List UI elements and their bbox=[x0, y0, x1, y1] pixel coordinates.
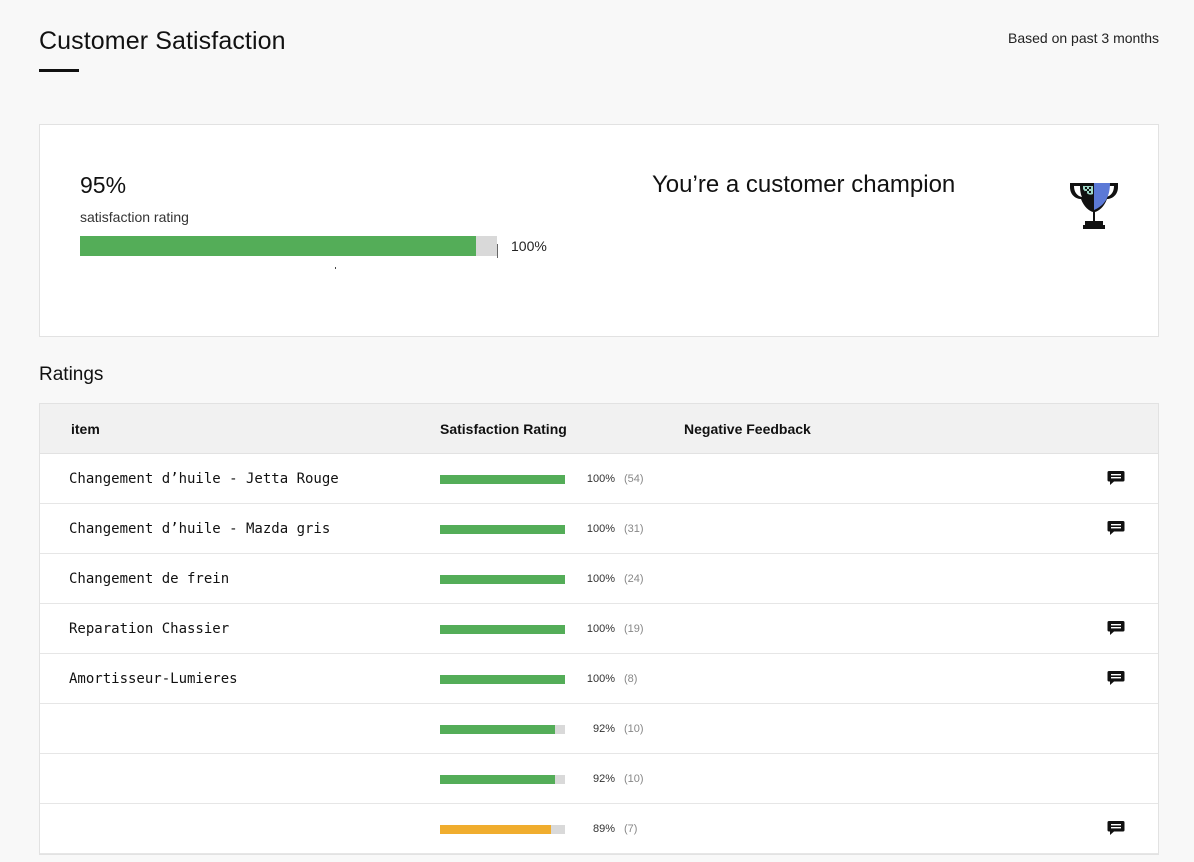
row-rating-count: (31) bbox=[624, 523, 644, 535]
table-header: item Satisfaction Rating Negative Feedba… bbox=[40, 404, 1158, 454]
table-row: Amortisseur-Lumieres 100% (8) bbox=[40, 654, 1158, 704]
champion-message: You’re a customer champion bbox=[652, 171, 956, 198]
row-rating-count: (10) bbox=[624, 773, 644, 785]
row-rating-percent: 89% bbox=[592, 823, 615, 835]
table-row: Reparation Chassier 100% (19) bbox=[40, 604, 1158, 654]
satisfaction-bar-marker bbox=[335, 267, 336, 269]
row-rating-percent: 100% bbox=[586, 473, 615, 485]
satisfaction-bar bbox=[80, 236, 498, 258]
row-rating-bar-fill bbox=[440, 625, 565, 634]
row-rating-bar-fill bbox=[440, 525, 565, 534]
row-rating-bar-fill bbox=[440, 675, 565, 684]
row-rating-bar-fill bbox=[440, 475, 565, 484]
column-header-negative-feedback[interactable]: Negative Feedback bbox=[684, 421, 811, 437]
row-rating-percent: 100% bbox=[586, 573, 615, 585]
row-rating-bar bbox=[440, 625, 565, 634]
satisfaction-max: 100% bbox=[511, 238, 547, 254]
row-rating-count: (8) bbox=[624, 673, 638, 685]
chat-bubble-icon[interactable] bbox=[1107, 520, 1125, 536]
row-rating-bar-fill bbox=[440, 775, 555, 784]
table-row: Changement d’huile - Mazda gris 100% (31) bbox=[40, 504, 1158, 554]
row-item-name: Changement d’huile - Jetta Rouge bbox=[69, 471, 339, 487]
column-header-item[interactable]: item bbox=[71, 421, 100, 437]
table-row: 92% (10) bbox=[40, 754, 1158, 804]
row-rating-bar-fill bbox=[440, 575, 565, 584]
trophy-icon bbox=[1070, 183, 1118, 229]
row-rating-bar bbox=[440, 475, 565, 484]
row-rating-bar bbox=[440, 675, 565, 684]
column-header-satisfaction[interactable]: Satisfaction Rating bbox=[440, 421, 567, 437]
summary-card: 95% satisfaction rating 100% You’re a cu… bbox=[39, 124, 1159, 337]
row-rating-count: (19) bbox=[624, 623, 644, 635]
row-rating-bar bbox=[440, 575, 565, 584]
row-rating-bar bbox=[440, 525, 565, 534]
ratings-table: item Satisfaction Rating Negative Feedba… bbox=[39, 403, 1159, 855]
title-underline bbox=[39, 69, 79, 72]
row-item-name: Changement d’huile - Mazda gris bbox=[69, 521, 331, 537]
row-rating-percent: 92% bbox=[592, 773, 615, 785]
table-row: Changement de frein 100% (24) bbox=[40, 554, 1158, 604]
row-rating-bar-fill bbox=[440, 825, 552, 834]
row-rating-bar bbox=[440, 825, 565, 834]
row-rating-count: (7) bbox=[624, 823, 638, 835]
satisfaction-percent: 95% bbox=[80, 172, 127, 198]
table-row: 92% (10) bbox=[40, 704, 1158, 754]
page-title: Customer Satisfaction bbox=[39, 27, 286, 55]
chat-bubble-icon[interactable] bbox=[1107, 820, 1125, 836]
row-rating-bar bbox=[440, 725, 565, 734]
chat-bubble-icon[interactable] bbox=[1107, 470, 1125, 486]
row-rating-percent: 100% bbox=[586, 673, 615, 685]
ratings-title: Ratings bbox=[39, 364, 104, 385]
row-rating-count: (54) bbox=[624, 473, 644, 485]
chat-bubble-icon[interactable] bbox=[1107, 620, 1125, 636]
row-item-name: Reparation Chassier bbox=[69, 621, 230, 637]
satisfaction-bar-fill bbox=[80, 236, 477, 256]
row-rating-count: (10) bbox=[624, 723, 644, 735]
row-rating-bar-fill bbox=[440, 725, 555, 734]
table-row: Changement d’huile - Jetta Rouge 100% (54) bbox=[40, 454, 1158, 504]
row-item-name: Changement de frein bbox=[69, 571, 230, 587]
table-row: 89% (7) bbox=[40, 804, 1158, 854]
satisfaction-bar-cap bbox=[497, 244, 498, 258]
chat-bubble-icon[interactable] bbox=[1107, 670, 1125, 686]
row-rating-count: (24) bbox=[624, 573, 644, 585]
row-rating-bar bbox=[440, 775, 565, 784]
row-rating-percent: 100% bbox=[586, 623, 615, 635]
row-rating-percent: 92% bbox=[592, 723, 615, 735]
row-item-name: Amortisseur-Lumieres bbox=[69, 671, 238, 687]
period-label: Based on past 3 months bbox=[1008, 30, 1159, 46]
row-rating-percent: 100% bbox=[586, 523, 615, 535]
satisfaction-label: satisfaction rating bbox=[80, 209, 189, 225]
